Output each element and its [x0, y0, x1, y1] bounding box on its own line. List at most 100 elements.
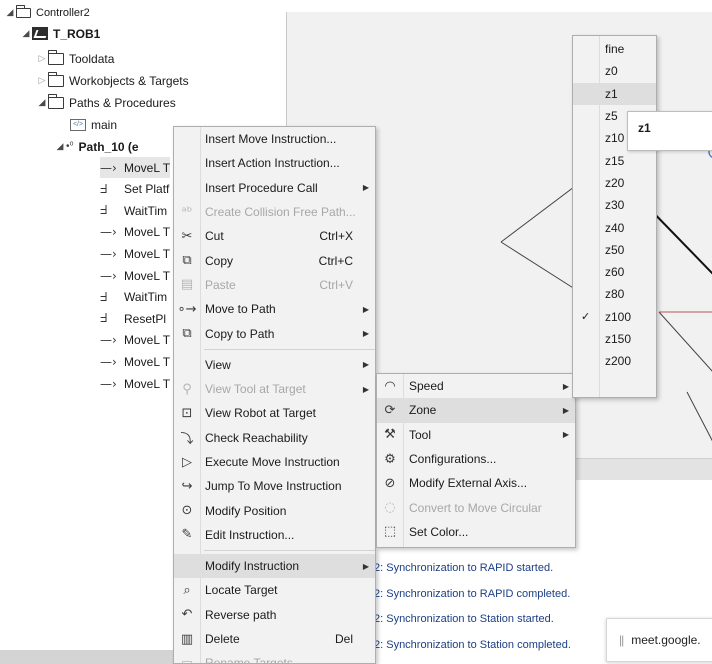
menu-item-reverse-path[interactable]: ↶ Reverse path [174, 603, 375, 627]
menu-item-edit-instruction[interactable]: ✎ Edit Instruction... [174, 523, 375, 547]
code-module-icon: </> [70, 118, 86, 131]
zone-option-z0[interactable]: z0 [573, 60, 656, 82]
menu-item-speed[interactable]: ◠ Speed ▶ [377, 374, 575, 398]
tree-node-controller[interactable]: ◢ Controller2 [4, 2, 90, 23]
menu-item-insert-action-instruction[interactable]: Insert Action Instruction... [174, 151, 375, 175]
menu-item-label: Zone [409, 403, 437, 418]
menu-item-cut[interactable]: ✂ Cut Ctrl+X [174, 224, 375, 248]
controller-label: Controller2 [36, 6, 90, 19]
tree-instruction-row[interactable]: ᖵ WaitTim [100, 287, 167, 308]
menu-item-delete[interactable]: ▥ Delete Del [174, 627, 375, 651]
menu-item-copy[interactable]: ⧉ Copy Ctrl+C [174, 248, 375, 272]
tree-node-path[interactable]: ◢ •⁰ Path_10 (e [54, 136, 139, 157]
submenu-arrow-icon: ▶ [362, 304, 369, 314]
move-icon: —› [100, 333, 117, 348]
menu-item-label: Locate Target [205, 583, 278, 598]
tree-node-module-main[interactable]: </> main [70, 114, 117, 135]
expand-arrow-icon[interactable]: ◢ [54, 141, 66, 152]
menu-item-label: Set Color... [409, 524, 469, 539]
search-icon: ⌕ [183, 582, 191, 598]
zone-submenu: fine z0 z1 z5 z10 z15 z20 z30 z40 z50 z60 z80 ✓ z100 z… [572, 35, 657, 398]
tree-instruction-row[interactable]: —› MoveL T [100, 330, 170, 351]
tree-instruction-row[interactable]: —› MoveL T [100, 351, 170, 372]
menu-item-move-to-path[interactable]: ∘→ Move to Path ▶ [174, 297, 375, 321]
modify-position-icon: ⊙ [181, 503, 193, 519]
expand-arrow-icon[interactable]: ◢ [20, 28, 32, 39]
zone-option-z150[interactable]: z150 [573, 328, 656, 350]
drag-handle-icon[interactable]: || [619, 633, 624, 647]
zone-option-z200[interactable]: z200 [573, 350, 656, 372]
expand-arrow-icon[interactable]: ◢ [4, 7, 16, 18]
menu-item-view-robot-at-target[interactable]: ⊡ View Robot at Target [174, 401, 375, 425]
menu-item-execute-move-instruction[interactable]: ▷ Execute Move Instruction [174, 450, 375, 474]
shortcut-label: Ctrl+X [319, 229, 353, 244]
menu-item-copy-to-path[interactable]: ⧉ Copy to Path ▶ [174, 321, 375, 345]
move-icon: —› [100, 160, 117, 175]
path-icon: •⁰ [66, 141, 74, 152]
menu-item-label: Tool [409, 427, 432, 442]
tree-instruction-row[interactable]: —› MoveL T [100, 222, 170, 243]
menu-item-jump-to-move-instruction[interactable]: ↪ Jump To Move Instruction [174, 474, 375, 498]
instruction-label: Set Platf [124, 182, 170, 197]
tree-instruction-row[interactable]: ᖵ Set Platf [100, 179, 169, 200]
zone-option-z20[interactable]: z20 [573, 172, 656, 194]
menu-item-tool[interactable]: ⚒ Tool ▶ [377, 423, 575, 447]
zone-option-fine[interactable]: fine [573, 38, 656, 60]
instruction-label: MoveL T [124, 246, 171, 261]
menu-item-label: View Robot at Target [205, 406, 316, 421]
expand-arrow-icon[interactable]: ◢ [36, 97, 48, 108]
menu-item-label: Insert Move Instruction... [205, 132, 337, 147]
screen-share-toast[interactable]: || meet.google. [606, 618, 712, 662]
tree-node-tooldata[interactable]: ▷ Tooldata [36, 48, 114, 69]
collapsed-arrow-icon[interactable]: ▷ [36, 75, 48, 86]
tree-node-workobjects[interactable]: ▷ Workobjects & Targets [36, 70, 189, 91]
tree-instruction-row[interactable]: —› MoveL T [100, 243, 170, 264]
external-axis-icon: ⊘ [384, 475, 396, 491]
tree-node-paths-procedures[interactable]: ◢ Paths & Procedures [36, 92, 176, 113]
menu-item-configurations[interactable]: ⚙ Configurations... [377, 447, 575, 471]
tree-instruction-row[interactable]: —› MoveL T [100, 373, 170, 394]
zone-option-z1[interactable]: z1 [573, 82, 656, 105]
zone-option-z100[interactable]: ✓ z100 [573, 306, 656, 328]
menu-item-rename-targets: ▭ Rename Targets [174, 651, 375, 663]
module-label: main [91, 117, 118, 132]
zone-option-z50[interactable]: z50 [573, 239, 656, 261]
instruction-label: MoveL T [124, 160, 171, 175]
collapsed-arrow-icon[interactable]: ▷ [36, 53, 48, 64]
menu-item-label: Reverse path [205, 607, 277, 622]
tree-instruction-row[interactable]: ᖵ ResetPl [100, 308, 166, 329]
zone-option-z80[interactable]: z80 [573, 283, 656, 305]
move-icon: —› [100, 268, 117, 283]
zone-option-label: z80 [605, 287, 625, 302]
folder-icon [48, 71, 64, 87]
menu-item-set-color[interactable]: ⬚ Set Color... [377, 520, 575, 544]
tree-instruction-row[interactable]: ᖵ WaitTim [100, 200, 167, 221]
paste-icon: ▤ [180, 277, 194, 293]
zone-option-z15[interactable]: z15 [573, 149, 656, 171]
checkmark-icon: ✓ [581, 311, 591, 324]
menu-item-zone[interactable]: ⟳ Zone ▶ [377, 398, 575, 423]
menu-item-insert-move-instruction[interactable]: Insert Move Instruction... [174, 127, 375, 151]
menu-item-modify-position[interactable]: ⊙ Modify Position [174, 498, 375, 522]
zone-option-z40[interactable]: z40 [573, 216, 656, 238]
zone-option-z30[interactable]: z30 [573, 194, 656, 216]
menu-item-modify-external-axis[interactable]: ⊘ Modify External Axis... [377, 471, 575, 495]
menu-item-label: Copy to Path [205, 326, 275, 341]
tree-node-task[interactable]: ◢ T_ROB1 [20, 23, 101, 44]
menu-item-insert-procedure-call[interactable]: Insert Procedure Call ▶ [174, 176, 375, 200]
menu-item-check-reachability[interactable]: ⤵ Check Reachability [174, 426, 375, 450]
menu-item-label: Modify Instruction [205, 559, 300, 574]
tree-instruction-row[interactable]: —› MoveL T [100, 157, 171, 178]
blank-icon [174, 127, 200, 151]
folder-icon [48, 93, 64, 109]
menu-item-locate-target[interactable]: ⌕ Locate Target [174, 578, 375, 602]
menu-item-label: View [205, 357, 231, 372]
move-to-path-icon: ∘→ [177, 301, 197, 317]
tree-instruction-row[interactable]: —› MoveL T [100, 265, 170, 286]
zone-option-label: z20 [605, 175, 625, 190]
submenu-arrow-icon: ▶ [362, 183, 369, 193]
menu-item-modify-instruction[interactable]: Modify Instruction ▶ [174, 554, 375, 579]
menu-item-view[interactable]: View ▶ [174, 353, 375, 377]
blank-icon [174, 151, 200, 175]
zone-option-z60[interactable]: z60 [573, 261, 656, 283]
